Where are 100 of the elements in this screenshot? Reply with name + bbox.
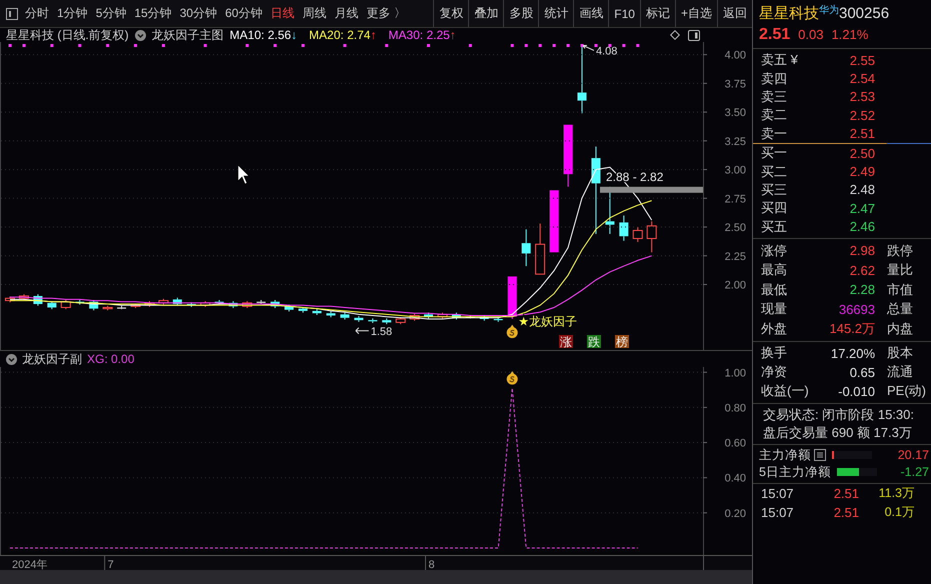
candlestick	[368, 318, 378, 324]
candlestick	[75, 300, 84, 306]
candlestick	[424, 312, 433, 319]
panel-toggle-icon[interactable]	[6, 8, 18, 20]
candlestick	[564, 124, 572, 188]
signal-badge: 跌	[587, 335, 601, 349]
leader-line	[582, 44, 594, 51]
candlestick	[130, 302, 141, 309]
period-tab[interactable]: 15分钟	[134, 5, 172, 22]
list-icon[interactable]	[814, 449, 826, 462]
collapse-icon[interactable]	[6, 354, 17, 364]
axis-label: 3.25	[724, 136, 746, 148]
period-tab[interactable]: 30分钟	[180, 5, 218, 22]
money-bag-icon	[506, 371, 518, 385]
order-price: 2.51	[848, 126, 875, 142]
axis-label: 2.75	[724, 193, 746, 206]
candlestick	[480, 314, 489, 322]
candlestick	[200, 300, 210, 308]
axis-label: 0.60	[724, 438, 746, 450]
stock-name: 星星科技	[759, 4, 819, 22]
candlestick	[5, 296, 15, 303]
candlestick	[18, 294, 29, 300]
indicator-reading: XG: 0.00	[87, 352, 134, 366]
order-level-label: 买三	[761, 180, 788, 199]
order-price: 2.46	[848, 219, 875, 234]
stat-label: 收益(一)	[761, 382, 809, 400]
stat-label: 换手	[761, 344, 788, 362]
order-price: 2.53	[848, 89, 875, 104]
axis-label: 3.50	[724, 107, 746, 120]
order-price: 2.54	[848, 71, 875, 86]
trend-arrow: ↑	[450, 28, 456, 42]
candlestick	[396, 316, 406, 325]
stat-label: 股本	[887, 344, 913, 362]
trade-status: 交易状态: 闭市阶段 15:30:	[763, 406, 914, 424]
stat-value: 17.20%	[830, 346, 875, 361]
chart-title: 星星科技 (日线.前复权)	[6, 26, 129, 44]
flow-value: -1.27	[900, 465, 930, 480]
signal-label: ★龙妖因子	[518, 314, 577, 329]
order-level-label: 卖三	[761, 88, 788, 106]
tick-volume: 0.1万	[884, 504, 915, 521]
period-tab[interactable]: 60分钟	[225, 5, 262, 22]
stat-value: 2.98	[848, 243, 875, 258]
order-level-label: 卖四	[761, 70, 788, 88]
period-tab[interactable]: 5分钟	[96, 5, 126, 22]
stat-label: 流通	[887, 363, 913, 382]
order-price: 2.49	[848, 164, 875, 180]
stat-value: 2.62	[848, 262, 875, 278]
change-percent: 1.21%	[831, 27, 868, 42]
candlestick	[632, 226, 643, 242]
panel-icon[interactable]	[688, 30, 700, 40]
candlestick	[33, 294, 42, 306]
axis-label: 3.75	[724, 78, 746, 90]
stat-label: 最低	[761, 280, 788, 299]
tick-time: 15:07	[761, 504, 795, 520]
candlestick	[466, 314, 475, 319]
stat-value: 0.65	[848, 364, 875, 380]
indicator-name: 龙妖因子副	[22, 350, 82, 368]
ma-reading: MA30: 2.25	[388, 28, 450, 42]
flow-label: 5日主力净额	[759, 464, 831, 481]
candlestick	[102, 305, 113, 311]
stat-value: 36693	[838, 302, 875, 317]
period-tab[interactable]: 1分钟	[57, 5, 88, 22]
money-bag-icon	[506, 324, 518, 338]
tick-price: 2.51	[832, 486, 859, 501]
order-price: 2.55	[848, 52, 875, 68]
axis-label: 8	[428, 559, 435, 570]
axis-label: 2024年	[12, 559, 48, 570]
candlestick	[312, 308, 322, 316]
axis-label: 7	[108, 559, 114, 570]
candlestick	[354, 316, 364, 322]
leader-line	[355, 327, 370, 334]
diamond-icon[interactable]	[670, 30, 680, 40]
period-tab[interactable]: 分时	[25, 5, 49, 22]
order-level-label: 卖二	[761, 106, 788, 124]
candlestick	[410, 313, 420, 322]
stat-label: 跌停	[887, 242, 913, 260]
ma-reading: MA20: 2.74	[309, 28, 370, 42]
collapse-icon[interactable]	[134, 30, 146, 40]
candlestick	[494, 316, 503, 322]
signal-badge: 榜	[615, 335, 629, 349]
signal-badge: 涨	[559, 335, 573, 349]
candlestick	[89, 300, 98, 311]
axis-label: 2.00	[724, 280, 746, 292]
stat-label: 市值	[887, 280, 913, 299]
candlestick	[270, 300, 280, 309]
trend-arrow: ↑	[370, 28, 376, 42]
cursor-icon	[238, 164, 250, 184]
period-tab[interactable]: 更多 〉	[366, 5, 406, 22]
candlestick	[242, 300, 252, 309]
axis-label: 1.00	[724, 367, 746, 380]
stat-label: 最高	[761, 261, 788, 280]
candlestick	[172, 297, 182, 306]
candlestick	[326, 311, 336, 318]
period-tab[interactable]: 周线	[302, 5, 326, 22]
period-tab[interactable]: 月线	[334, 5, 358, 22]
period-tab[interactable]: 日线	[270, 5, 294, 22]
order-level-label: 卖五 ¥	[761, 51, 799, 70]
stat-label: 净资	[761, 363, 788, 382]
concept-tag[interactable]: 华为	[819, 3, 839, 17]
axis-label: 2.25	[724, 250, 746, 263]
